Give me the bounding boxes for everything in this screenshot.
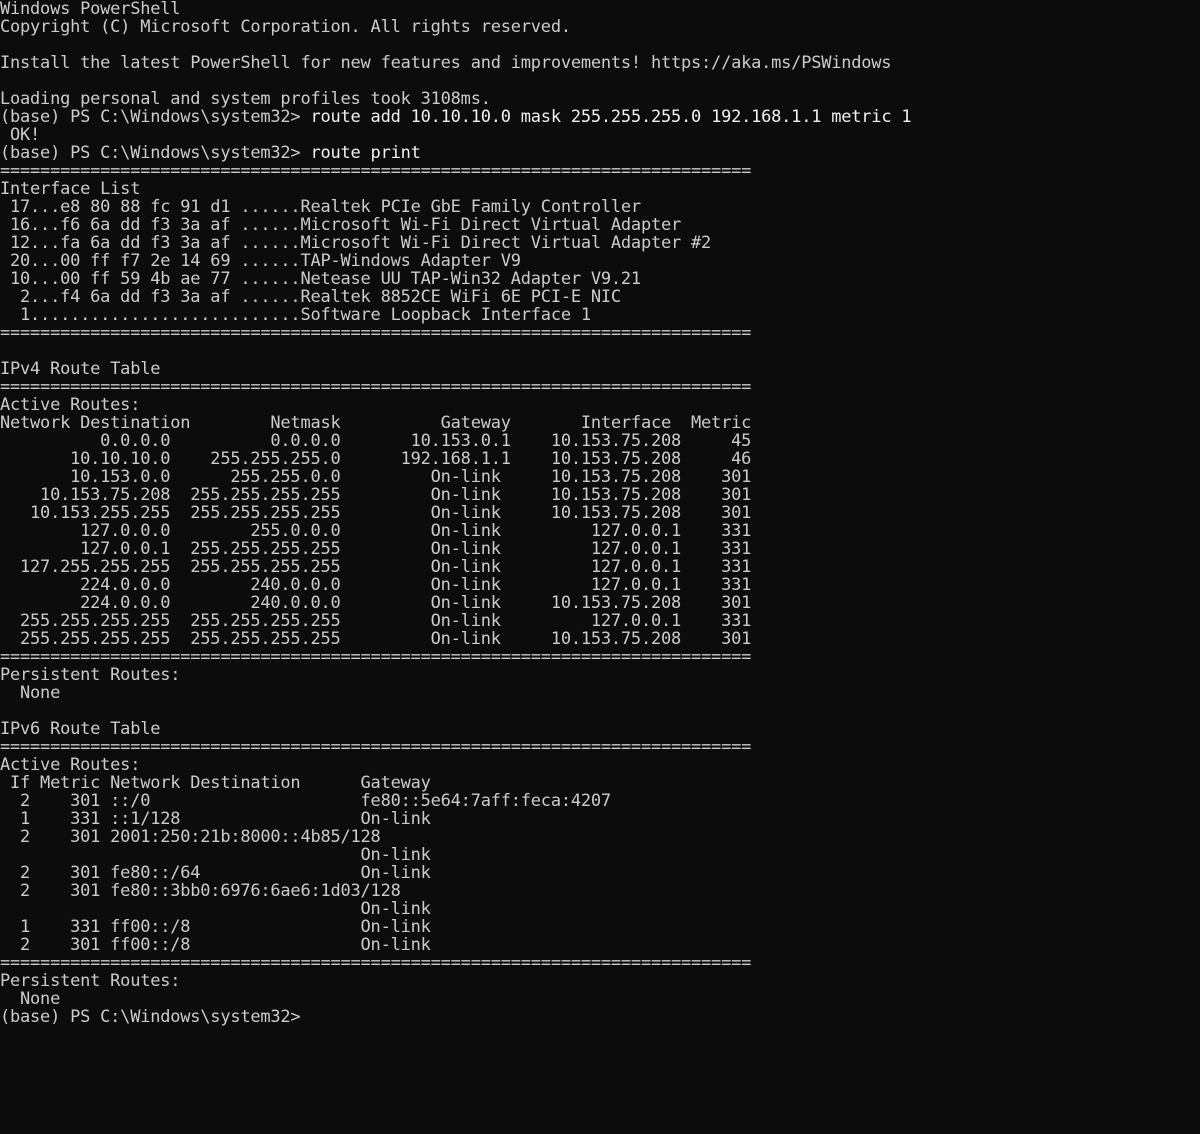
output-line: 1 331 ff00::/8 On-link xyxy=(0,917,431,937)
output-line: 17...e8 80 88 fc 91 d1 ......Realtek PCI… xyxy=(0,197,641,217)
output-line: ========================================… xyxy=(0,377,752,397)
output-line: 255.255.255.255 255.255.255.255 On-link … xyxy=(0,629,752,649)
command-text: route add 10.10.10.0 mask 255.255.255.0 … xyxy=(310,107,912,127)
output-line: 2 301 fe80::/64 On-link xyxy=(0,863,431,883)
prompt-line: (base) PS C:\Windows\system32> route pri… xyxy=(0,144,1200,162)
output-line: If Metric Network Destination Gateway xyxy=(0,773,431,793)
output-line: Persistent Routes: xyxy=(0,971,181,991)
output-line: Persistent Routes: xyxy=(0,665,181,685)
output-line: 1...........................Software Loo… xyxy=(0,305,591,325)
output-line: On-link xyxy=(0,845,431,865)
output-line: 16...f6 6a dd f3 3a af ......Microsoft W… xyxy=(0,215,682,235)
output-line: 10.153.0.0 255.255.0.0 On-link 10.153.75… xyxy=(0,467,752,487)
output-line: 255.255.255.255 255.255.255.255 On-link … xyxy=(0,611,752,631)
output-line: 1 331 ::1/128 On-link xyxy=(0,809,431,829)
output-line: 10.153.75.208 255.255.255.255 On-link 10… xyxy=(0,485,752,505)
prompt-line: (base) PS C:\Windows\system32> xyxy=(0,1008,1200,1026)
output-line: ========================================… xyxy=(0,323,752,343)
output-line: 10.153.255.255 255.255.255.255 On-link 1… xyxy=(0,503,752,523)
output-line: 2 301 fe80::3bb0:6976:6ae6:1d03/128 xyxy=(0,881,401,901)
output-line: ========================================… xyxy=(0,161,752,181)
output-line: On-link xyxy=(0,899,431,919)
output-line: 127.0.0.1 255.255.255.255 On-link 127.0.… xyxy=(0,539,752,559)
command-text: route print xyxy=(310,143,421,163)
output-line: 224.0.0.0 240.0.0.0 On-link 10.153.75.20… xyxy=(0,593,752,613)
terminal-output[interactable]: Windows PowerShell Copyright (C) Microsof… xyxy=(0,0,1200,1134)
prompt-line: (base) PS C:\Windows\system32> route add… xyxy=(0,108,1200,126)
prompt: (base) PS C:\Windows\system32> xyxy=(0,1007,301,1027)
output-line: None xyxy=(0,989,61,1009)
output-line: 2...f4 6a dd f3 3a af ......Realtek 8852… xyxy=(0,287,621,307)
output-line: Interface List xyxy=(0,179,141,199)
output-line: 2 301 ff00::/8 On-link xyxy=(0,935,431,955)
output-line: 20...00 ff f7 2e 14 69 ......TAP-Windows… xyxy=(0,251,521,271)
output-line: 2 301 2001:250:21b:8000::4b85/128 xyxy=(0,827,381,847)
output-line: Install the latest PowerShell for new fe… xyxy=(0,53,892,73)
output-line: ========================================… xyxy=(0,737,752,757)
output-line: ========================================… xyxy=(0,953,752,973)
output-line: Network Destination Netmask Gateway Inte… xyxy=(0,413,752,433)
prompt: (base) PS C:\Windows\system32> xyxy=(0,143,311,163)
output-line: 10...00 ff 59 4b ae 77 ......Netease UU … xyxy=(0,269,641,289)
output-line: Active Routes: xyxy=(0,395,141,415)
output-line: Loading personal and system profiles too… xyxy=(0,89,491,109)
output-line: OK! xyxy=(0,125,41,145)
output-line: Windows PowerShell xyxy=(0,0,181,19)
output-line: IPv4 Route Table xyxy=(0,359,161,379)
output-line: 127.255.255.255 255.255.255.255 On-link … xyxy=(0,557,752,577)
output-line: 12...fa 6a dd f3 3a af ......Microsoft W… xyxy=(0,233,712,253)
output-line: Copyright (C) Microsoft Corporation. All… xyxy=(0,17,571,37)
output-line: 2 301 ::/0 fe80::5e64:7aff:feca:4207 xyxy=(0,791,611,811)
prompt: (base) PS C:\Windows\system32> xyxy=(0,107,311,127)
output-line: IPv6 Route Table xyxy=(0,719,161,739)
output-line: ========================================… xyxy=(0,647,752,667)
output-line: 10.10.10.0 255.255.255.0 192.168.1.1 10.… xyxy=(0,449,752,469)
output-line: Active Routes: xyxy=(0,755,141,775)
output-line: 0.0.0.0 0.0.0.0 10.153.0.1 10.153.75.208… xyxy=(0,431,752,451)
output-line: None xyxy=(0,683,61,703)
output-line: 224.0.0.0 240.0.0.0 On-link 127.0.0.1 33… xyxy=(0,575,752,595)
output-line: 127.0.0.0 255.0.0.0 On-link 127.0.0.1 33… xyxy=(0,521,752,541)
